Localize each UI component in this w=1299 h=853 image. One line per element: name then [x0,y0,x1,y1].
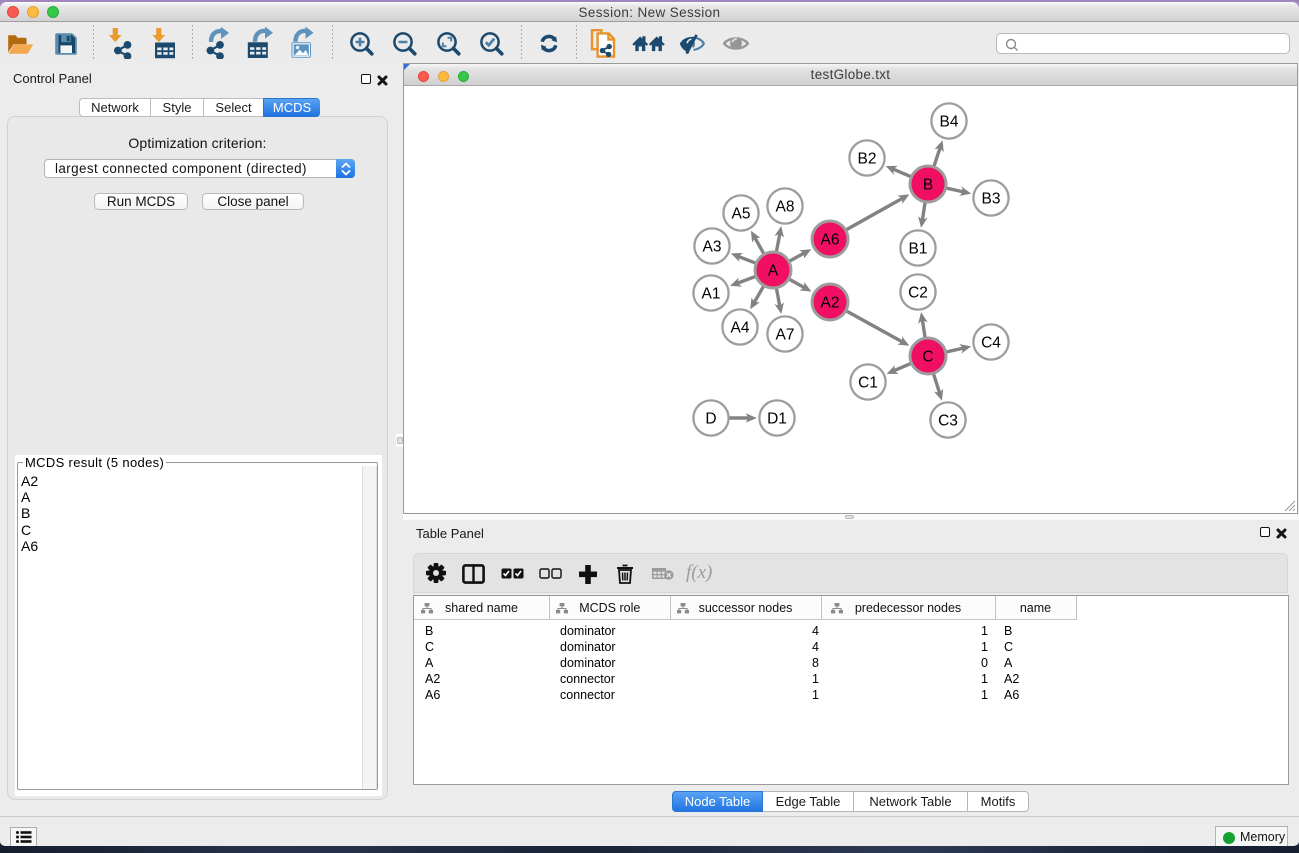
svg-text:C: C [922,349,933,366]
svg-text:A5: A5 [732,206,751,223]
svg-text:B4: B4 [940,114,959,131]
svg-text:B3: B3 [982,191,1001,208]
svg-text:C1: C1 [858,375,878,392]
svg-text:A8: A8 [776,199,795,216]
svg-text:A6: A6 [821,232,840,249]
svg-text:C4: C4 [981,335,1001,352]
svg-text:A2: A2 [821,295,840,312]
svg-text:D1: D1 [767,411,787,428]
svg-text:C3: C3 [938,413,958,430]
svg-text:A3: A3 [703,239,722,256]
svg-text:B: B [923,177,933,194]
svg-text:A: A [768,263,779,280]
svg-text:A4: A4 [731,320,750,337]
svg-text:B1: B1 [909,241,928,258]
svg-text:C2: C2 [908,285,928,302]
svg-text:A1: A1 [702,286,721,303]
svg-text:A7: A7 [776,327,795,344]
svg-text:D: D [705,411,716,428]
svg-text:B2: B2 [858,151,877,168]
